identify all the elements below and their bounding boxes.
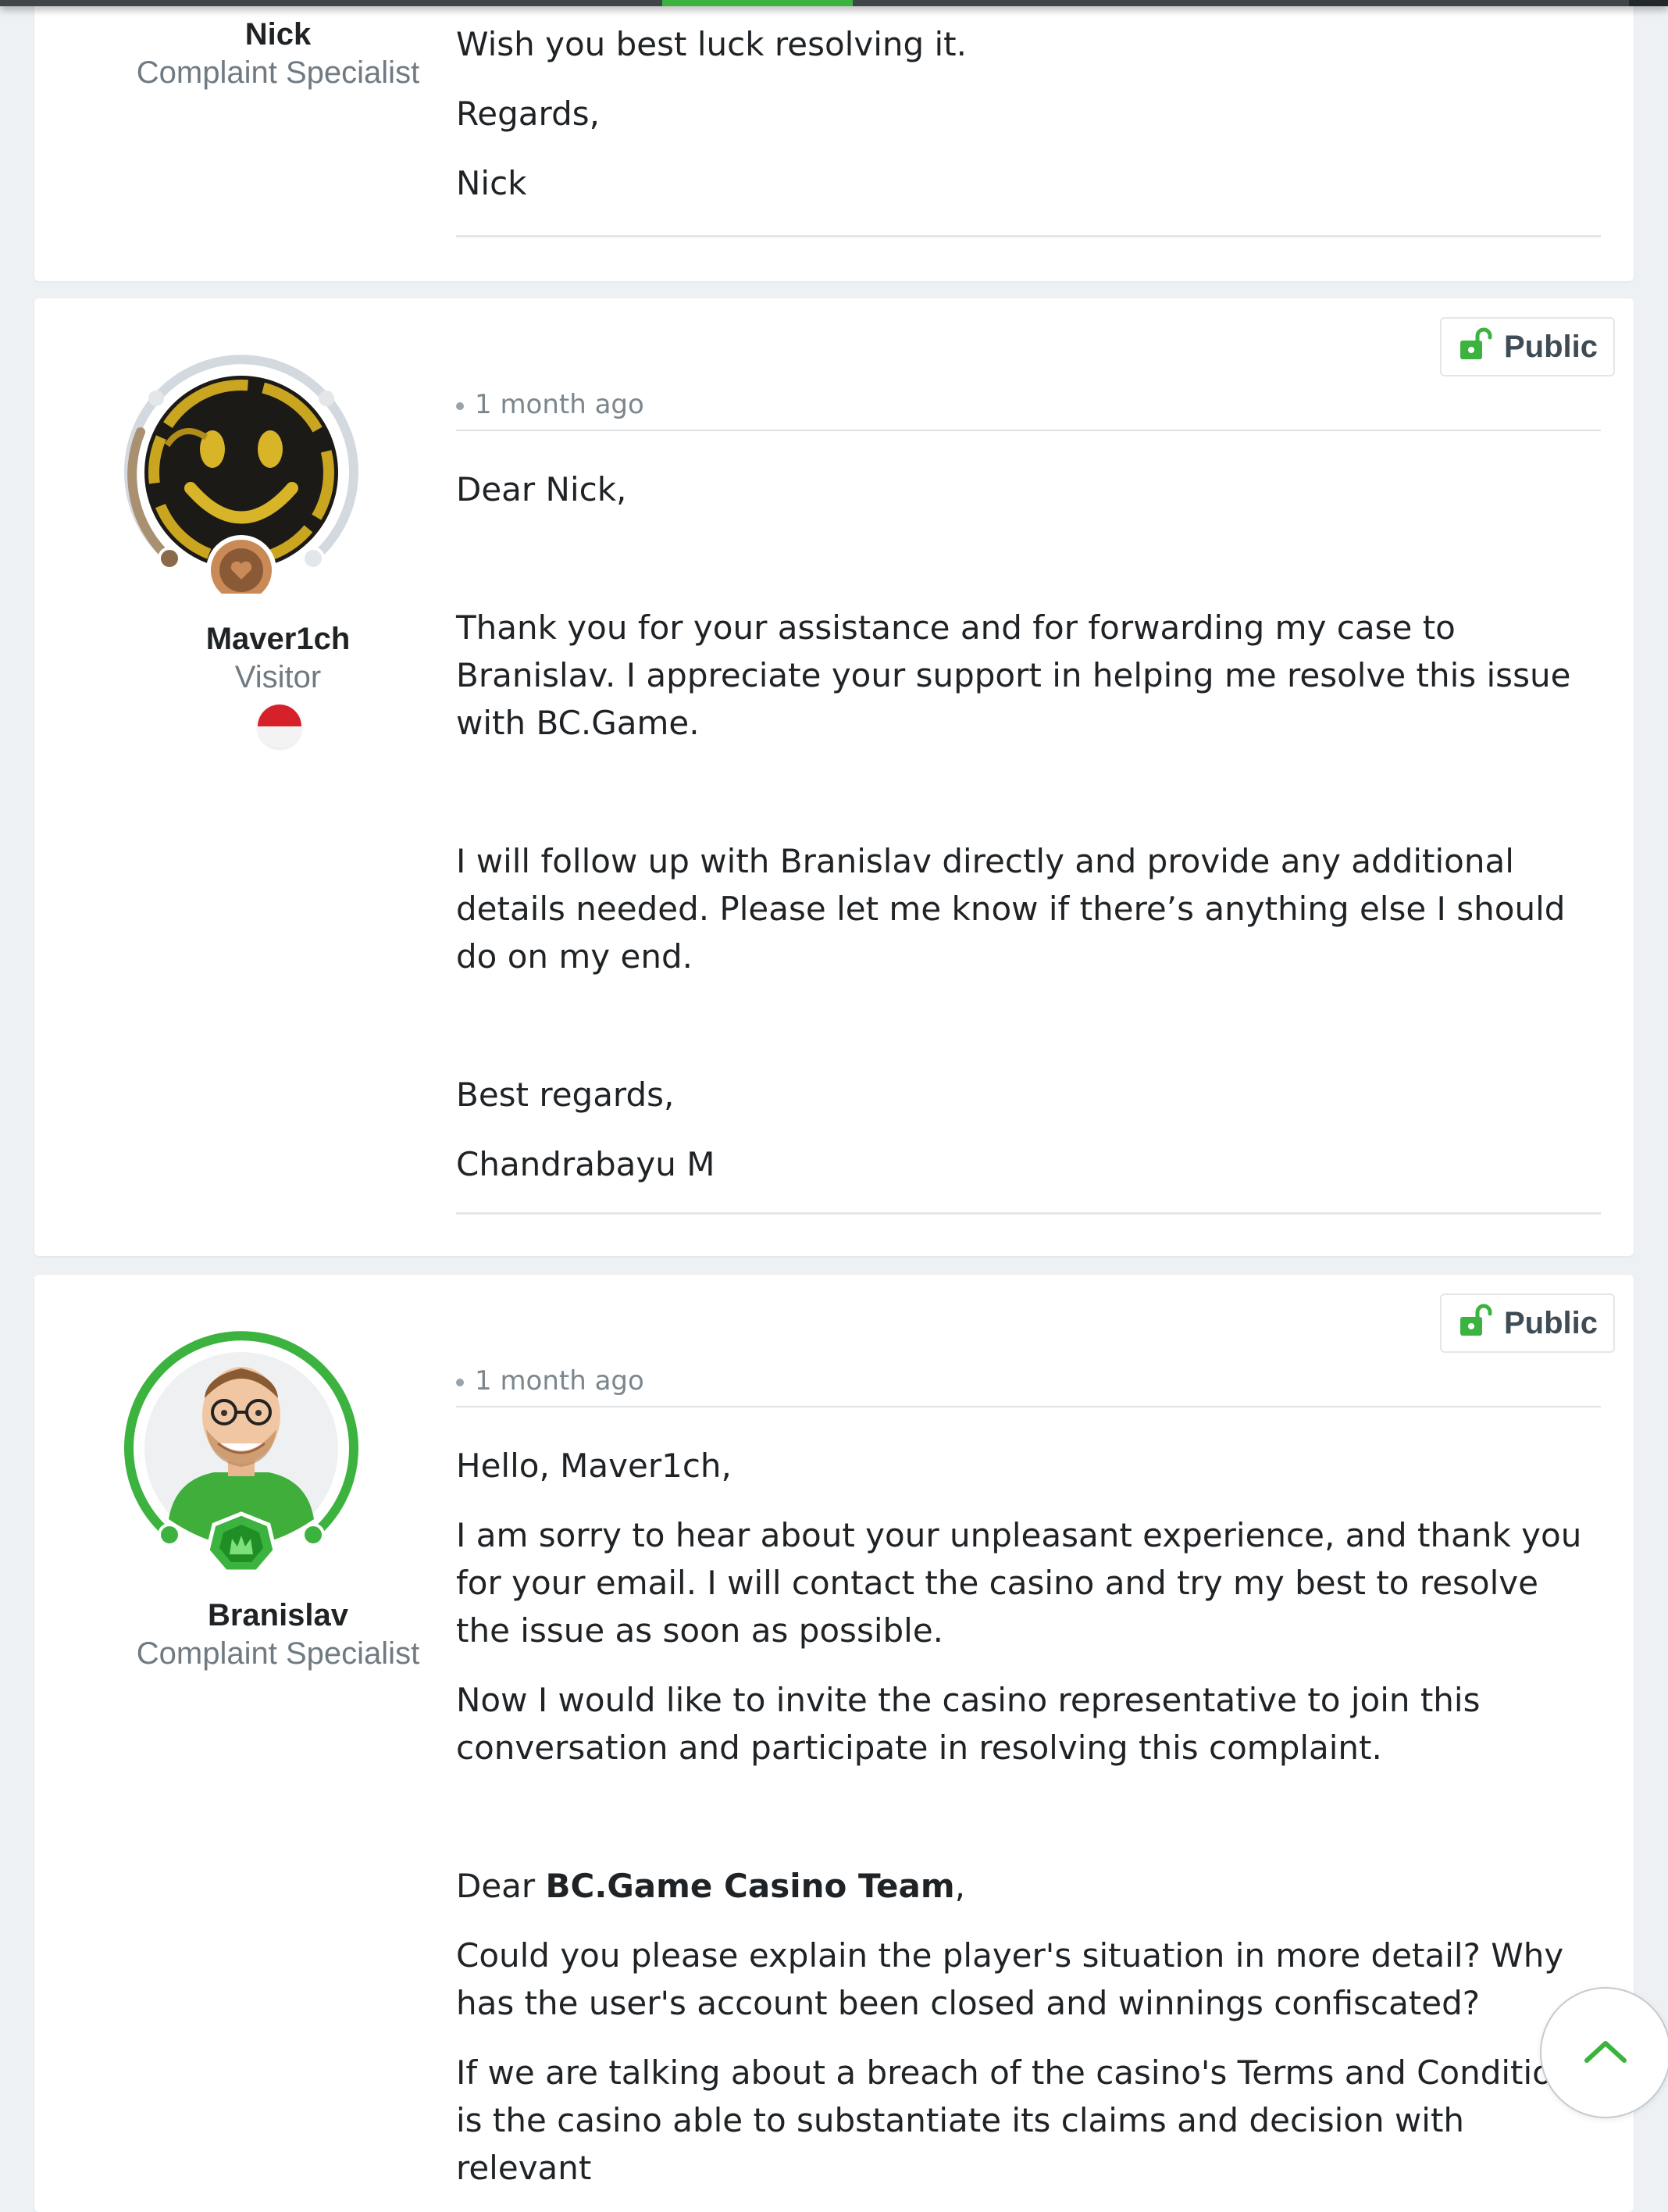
comment-paragraph: Could you please explain the player's si… bbox=[456, 1936, 1564, 2022]
unlocked-padlock-icon bbox=[1457, 1303, 1495, 1343]
author-role: Complaint Specialist bbox=[136, 1636, 420, 1671]
comment-body: Dear Nick, Thank you for your assistance… bbox=[456, 466, 1601, 1188]
comment-line: Regards, bbox=[456, 95, 600, 133]
comment-line: Nick bbox=[456, 164, 527, 202]
author-block: Maver1ch Visitor bbox=[103, 620, 453, 697]
visibility-label: Public bbox=[1503, 329, 1598, 364]
author-block: Branislav Complaint Specialist bbox=[103, 1597, 453, 1673]
addressee-prefix: Dear bbox=[456, 1867, 546, 1905]
comment-meta: 1 month ago bbox=[456, 389, 1601, 431]
comment-body: Hello, Maver1ch, I am sorry to hear abou… bbox=[456, 1442, 1601, 2192]
comment-greeting: Dear Nick, bbox=[456, 470, 627, 508]
country-flag-icon bbox=[258, 705, 301, 748]
unlocked-padlock-icon bbox=[1457, 326, 1495, 367]
bullet-icon bbox=[456, 402, 464, 410]
scroll-to-top-button[interactable] bbox=[1540, 1987, 1668, 2118]
author-role: Complaint Specialist bbox=[136, 55, 420, 90]
comment-closing: Best regards, bbox=[456, 1076, 675, 1114]
comment-signature: Chandrabayu M bbox=[456, 1145, 715, 1183]
addressee-suffix: , bbox=[954, 1867, 965, 1905]
avatar[interactable] bbox=[120, 351, 362, 605]
comment-line: Wish you best luck resolving it. bbox=[456, 25, 967, 63]
comment-card-branislav: Public Branislav Complaint Specialist 1 … bbox=[34, 1275, 1634, 2212]
comment-paragraph: If we are talking about a breach of the … bbox=[456, 2053, 1601, 2187]
comment-paragraph: Now I would like to invite the casino re… bbox=[456, 1681, 1481, 1767]
comment-timestamp: 1 month ago bbox=[475, 389, 644, 420]
comment-paragraph: I am sorry to hear about your unpleasant… bbox=[456, 1516, 1582, 1650]
topbar-edge bbox=[1629, 0, 1668, 6]
comment-card-nick: Nick Complaint Specialist Wish you best … bbox=[34, 0, 1634, 281]
comment-meta: 1 month ago bbox=[456, 1365, 1601, 1407]
top-navigation-bar bbox=[0, 0, 1668, 6]
visibility-label: Public bbox=[1503, 1305, 1598, 1340]
bullet-icon bbox=[456, 1379, 464, 1386]
avatar[interactable] bbox=[120, 1328, 362, 1574]
author-role: Visitor bbox=[234, 660, 322, 694]
comment-divider bbox=[456, 1212, 1601, 1215]
comment-body: Wish you best luck resolving it. Regards… bbox=[456, 20, 1601, 207]
comment-divider bbox=[456, 235, 1601, 237]
author-name[interactable]: Maver1ch bbox=[103, 620, 453, 658]
addressee-team: BC.Game Casino Team bbox=[545, 1867, 955, 1905]
author-block: Nick Complaint Specialist bbox=[103, 16, 453, 92]
comment-timestamp: 1 month ago bbox=[475, 1365, 644, 1397]
active-tab-indicator bbox=[662, 0, 853, 6]
author-name[interactable]: Branislav bbox=[103, 1597, 453, 1634]
comment-card-maver1ch: Public Maver1ch Visitor 1 month ago Dear… bbox=[34, 298, 1634, 1256]
chevron-up-icon bbox=[1582, 2035, 1629, 2070]
comment-paragraph: I will follow up with Branislav directly… bbox=[456, 842, 1566, 976]
author-name[interactable]: Nick bbox=[103, 16, 453, 53]
comment-addressee: Dear BC.Game Casino Team, bbox=[456, 1862, 1601, 1910]
visibility-badge[interactable]: Public bbox=[1440, 317, 1615, 376]
comment-paragraph: Thank you for your assistance and for fo… bbox=[456, 608, 1571, 742]
comment-greeting: Hello, Maver1ch, bbox=[456, 1447, 732, 1485]
visibility-badge[interactable]: Public bbox=[1440, 1293, 1615, 1353]
